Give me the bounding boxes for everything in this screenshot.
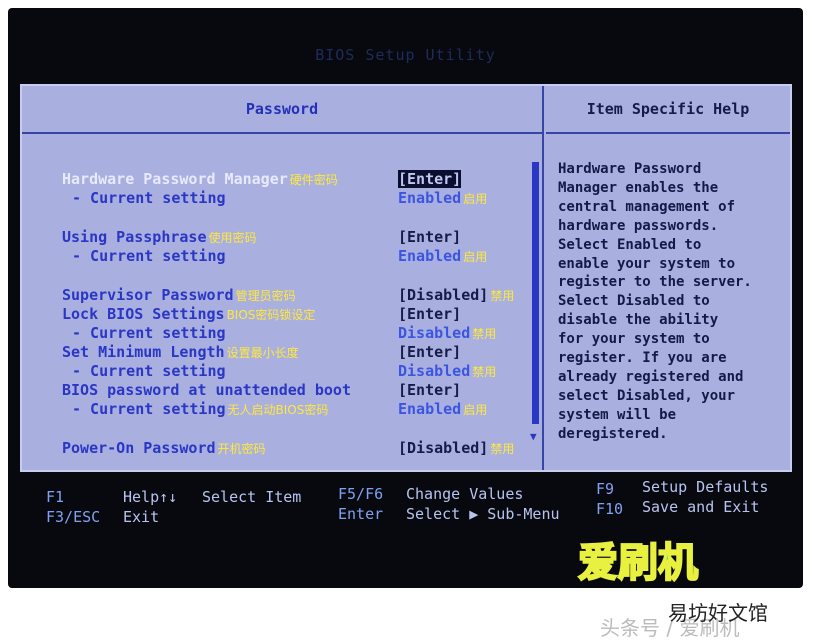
save-exit-hint: Save and Exit <box>642 498 760 516</box>
setting-row: - Current setting Enabled 启用 <box>22 247 542 266</box>
chinese-annotation: 使用密码 <box>208 231 257 245</box>
watermark-logo: 爱刷机 <box>577 539 699 587</box>
setting-value: Enabled 启用 <box>398 400 488 418</box>
scroll-down-icon[interactable]: ▼ <box>530 430 537 443</box>
setting-label: - Current setting <box>72 362 226 380</box>
setting-value[interactable]: [Disabled] 禁用 <box>398 439 514 457</box>
chinese-annotation: 无人启动BIOS密码 <box>227 403 329 417</box>
scrollbar[interactable] <box>532 162 539 424</box>
setting-value[interactable]: [Enter] <box>398 343 461 361</box>
setting-value[interactable]: [Enter] <box>398 170 462 188</box>
setting-value: Disabled 禁用 <box>398 362 497 380</box>
setting-label: - Current setting <box>72 189 226 207</box>
submenu-hint: Select ▶ Sub-Menu <box>406 505 560 523</box>
setting-row[interactable]: Set Minimum Length 设置最小长度 [Enter] <box>22 343 542 362</box>
setting-row[interactable]: BIOS password at unattended boot [Enter] <box>22 381 542 400</box>
setting-value[interactable]: [Enter] <box>398 305 461 323</box>
chinese-annotation: 禁用 <box>490 442 515 456</box>
setting-row: - Current setting Enabled 启用 <box>22 189 542 208</box>
chinese-annotation: BIOS密码锁设定 <box>226 308 316 322</box>
help-title: Item Specific Help <box>546 86 790 134</box>
key-f5-f6: F5/F6 <box>338 485 384 503</box>
change-values-hint: Change Values <box>406 485 524 503</box>
settings-column: Password Hardware Password Manager 硬件密码 [E… <box>22 86 544 470</box>
bios-screen: BIOS Setup Utility Password Hardware Pas… <box>8 8 803 588</box>
panel-title: Password <box>22 86 542 134</box>
setting-label: Lock BIOS Settings BIOS密码锁设定 <box>62 305 316 323</box>
chinese-annotation: 启用 <box>463 192 488 206</box>
setting-value[interactable]: [Disabled] 禁用 <box>398 286 514 304</box>
setting-label: Supervisor Password 管理员密码 <box>62 286 296 304</box>
setting-row[interactable]: Supervisor Password 管理员密码 [Disabled] 禁用 <box>22 286 542 305</box>
help-column: Item Specific Help Hardware Password Man… <box>546 86 790 470</box>
password-panel: Password Hardware Password Manager 硬件密码 [E… <box>20 84 792 472</box>
chinese-annotation: 禁用 <box>472 327 497 341</box>
setting-label: Hardware Password Manager 硬件密码 <box>62 170 338 188</box>
help-hint: Help↑↓ <box>123 488 178 506</box>
setting-row: - Current setting 无人启动BIOS密码 Enabled 启用 <box>22 400 542 419</box>
chinese-annotation: 硬件密码 <box>289 173 338 187</box>
setting-row[interactable]: Lock BIOS Settings BIOS密码锁设定 [Enter] <box>22 305 542 324</box>
setting-row: - Current setting Disabled 禁用 <box>22 324 542 343</box>
chinese-annotation: 设置最小长度 <box>226 346 299 360</box>
setting-label: Using Passphrase 使用密码 <box>62 228 257 246</box>
key-f9: F9 <box>596 480 615 498</box>
setting-value: Enabled 启用 <box>398 247 488 265</box>
chinese-annotation: 启用 <box>463 250 488 264</box>
setting-value: Enabled 启用 <box>398 189 488 207</box>
key-f3-esc: F3/ESC <box>46 508 101 526</box>
chinese-annotation: 开机密码 <box>217 442 266 456</box>
setup-defaults-hint: Setup Defaults <box>642 478 769 496</box>
select-item-hint: Select Item <box>202 488 302 506</box>
key-f10: F10 <box>596 500 624 518</box>
setting-value[interactable]: [Enter] <box>398 381 461 399</box>
setting-label: Set Minimum Length 设置最小长度 <box>62 343 299 361</box>
setting-label: Power-On Password 开机密码 <box>62 439 266 457</box>
setting-row: - Current setting Disabled 禁用 <box>22 362 542 381</box>
chinese-annotation: 禁用 <box>490 289 515 303</box>
setting-label: - Current setting <box>72 324 226 342</box>
chinese-annotation: 禁用 <box>472 365 497 379</box>
setting-value[interactable]: [Enter] <box>398 228 461 246</box>
setting-label: BIOS password at unattended boot <box>62 381 351 399</box>
watermark-site: 易坊好文馆 <box>668 601 768 625</box>
setting-value: Disabled 禁用 <box>398 324 497 342</box>
setting-row[interactable]: Using Passphrase 使用密码 [Enter] <box>22 228 542 247</box>
setting-row[interactable]: Power-On Password 开机密码 [Disabled] 禁用 <box>22 439 542 458</box>
setting-label: - Current setting 无人启动BIOS密码 <box>72 400 329 418</box>
setting-row[interactable]: Hardware Password Manager 硬件密码 [Enter] <box>22 170 542 189</box>
key-f1: F1 <box>46 488 65 506</box>
help-text: Hardware Password Manager enables the ce… <box>558 161 752 442</box>
chinese-annotation: 管理员密码 <box>235 289 296 303</box>
bios-title: BIOS Setup Utility <box>315 46 496 64</box>
setting-label: - Current setting <box>72 247 226 265</box>
chinese-annotation: 启用 <box>463 403 488 417</box>
key-enter: Enter <box>338 505 384 523</box>
exit-hint: Exit <box>123 508 160 526</box>
